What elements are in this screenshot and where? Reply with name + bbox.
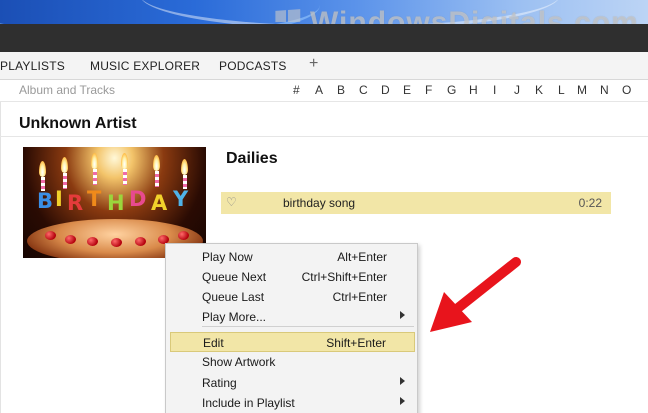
alpha-jump-e[interactable]: E bbox=[403, 83, 411, 97]
menu-separator bbox=[202, 326, 414, 327]
berry-shape bbox=[65, 235, 76, 244]
alpha-jump-j[interactable]: J bbox=[514, 83, 520, 97]
alpha-jump-g[interactable]: G bbox=[447, 83, 456, 97]
flame-shape bbox=[61, 157, 68, 173]
track-duration: 0:22 bbox=[578, 196, 602, 210]
alpha-jump-i[interactable]: I bbox=[493, 83, 496, 97]
flame-shape bbox=[153, 155, 160, 171]
track-title: birthday song bbox=[283, 196, 356, 210]
alpha-jump-hash[interactable]: # bbox=[293, 83, 300, 97]
context-menu: Play Now Alt+Enter Queue Next Ctrl+Shift… bbox=[165, 243, 418, 413]
tab-music-explorer[interactable]: MUSIC EXPLORER bbox=[90, 59, 200, 73]
app-window: WindowsDigitals.com PLAYLISTS MUSIC EXPL… bbox=[0, 0, 648, 413]
title-bar bbox=[0, 24, 648, 52]
alpha-jump-k[interactable]: K bbox=[535, 83, 543, 97]
flame-shape bbox=[91, 153, 98, 169]
menu-item-queue-last[interactable]: Queue Last Ctrl+Enter bbox=[170, 287, 415, 307]
menu-item-edit[interactable]: Edit Shift+Enter bbox=[170, 332, 415, 352]
menu-item-label: Queue Next bbox=[202, 270, 267, 284]
album-artwork[interactable]: B I R T H D A Y bbox=[23, 147, 206, 258]
menu-item-label: Queue Last bbox=[202, 290, 265, 304]
add-tab-button[interactable]: + bbox=[309, 55, 318, 73]
divider bbox=[0, 102, 1, 413]
menu-item-shortcut: Alt+Enter bbox=[337, 250, 387, 264]
desktop-wallpaper: WindowsDigitals.com bbox=[0, 0, 648, 24]
submenu-arrow-icon bbox=[400, 397, 405, 405]
alpha-jump-d[interactable]: D bbox=[381, 83, 390, 97]
submenu-arrow-icon bbox=[400, 311, 405, 319]
artwork-letters: B I R T H D A Y bbox=[37, 187, 189, 215]
menu-item-label: Rating bbox=[202, 376, 237, 390]
tab-bar: PLAYLISTS MUSIC EXPLORER PODCASTS + bbox=[0, 52, 648, 80]
divider bbox=[0, 136, 648, 137]
flame-shape bbox=[39, 161, 46, 177]
artist-heading: Unknown Artist bbox=[19, 115, 137, 132]
alpha-jump-o[interactable]: O bbox=[622, 83, 631, 97]
alpha-jump-h[interactable]: H bbox=[469, 83, 478, 97]
alpha-jump-f[interactable]: F bbox=[425, 83, 432, 97]
menu-item-queue-next[interactable]: Queue Next Ctrl+Shift+Enter bbox=[170, 267, 415, 287]
menu-item-play-more[interactable]: Play More... bbox=[170, 307, 415, 327]
flame-shape bbox=[121, 153, 128, 169]
watermark-text: WindowsDigitals.com bbox=[310, 6, 639, 24]
heart-outline-icon[interactable]: ♡ bbox=[226, 195, 237, 209]
alpha-jump-c[interactable]: C bbox=[359, 83, 368, 97]
watermark: WindowsDigitals.com bbox=[274, 0, 639, 24]
alpha-jump-b[interactable]: B bbox=[337, 83, 345, 97]
track-row[interactable]: ♡ birthday song 0:22 bbox=[221, 192, 611, 214]
tab-podcasts[interactable]: PODCASTS bbox=[219, 59, 287, 73]
berry-shape bbox=[87, 237, 98, 246]
menu-item-rating[interactable]: Rating bbox=[170, 373, 415, 393]
berry-shape bbox=[178, 231, 189, 240]
menu-item-play-now[interactable]: Play Now Alt+Enter bbox=[170, 247, 415, 267]
annotation-arrow-icon bbox=[430, 257, 521, 332]
menu-item-shortcut: Ctrl+Enter bbox=[332, 290, 387, 304]
menu-item-label: Play More... bbox=[202, 310, 267, 324]
berry-shape bbox=[45, 231, 56, 240]
windows-logo-icon bbox=[275, 9, 301, 24]
alpha-jump-l[interactable]: L bbox=[558, 83, 565, 97]
alpha-jump-m[interactable]: M bbox=[577, 83, 587, 97]
menu-item-show-artwork[interactable]: Show Artwork bbox=[170, 352, 415, 372]
alpha-jump-a[interactable]: A bbox=[315, 83, 323, 97]
sub-header: Album and Tracks # A B C D E F G H I J K… bbox=[0, 80, 648, 102]
menu-item-shortcut: Shift+Enter bbox=[326, 336, 386, 350]
flame-shape bbox=[181, 159, 188, 175]
menu-item-shortcut: Ctrl+Shift+Enter bbox=[301, 270, 387, 284]
menu-item-label: Show Artwork bbox=[202, 355, 276, 369]
menu-item-label: Play Now bbox=[202, 250, 253, 264]
menu-item-label: Edit bbox=[203, 336, 224, 350]
alpha-jump-n[interactable]: N bbox=[600, 83, 609, 97]
berry-shape bbox=[111, 238, 122, 247]
menu-item-include-in-playlist[interactable]: Include in Playlist bbox=[170, 393, 415, 413]
berry-shape bbox=[135, 237, 146, 246]
menu-item-label: Include in Playlist bbox=[202, 396, 295, 410]
view-label[interactable]: Album and Tracks bbox=[19, 83, 115, 97]
album-title[interactable]: Dailies bbox=[226, 150, 278, 168]
tab-playlists[interactable]: PLAYLISTS bbox=[0, 59, 65, 73]
submenu-arrow-icon bbox=[400, 377, 405, 385]
